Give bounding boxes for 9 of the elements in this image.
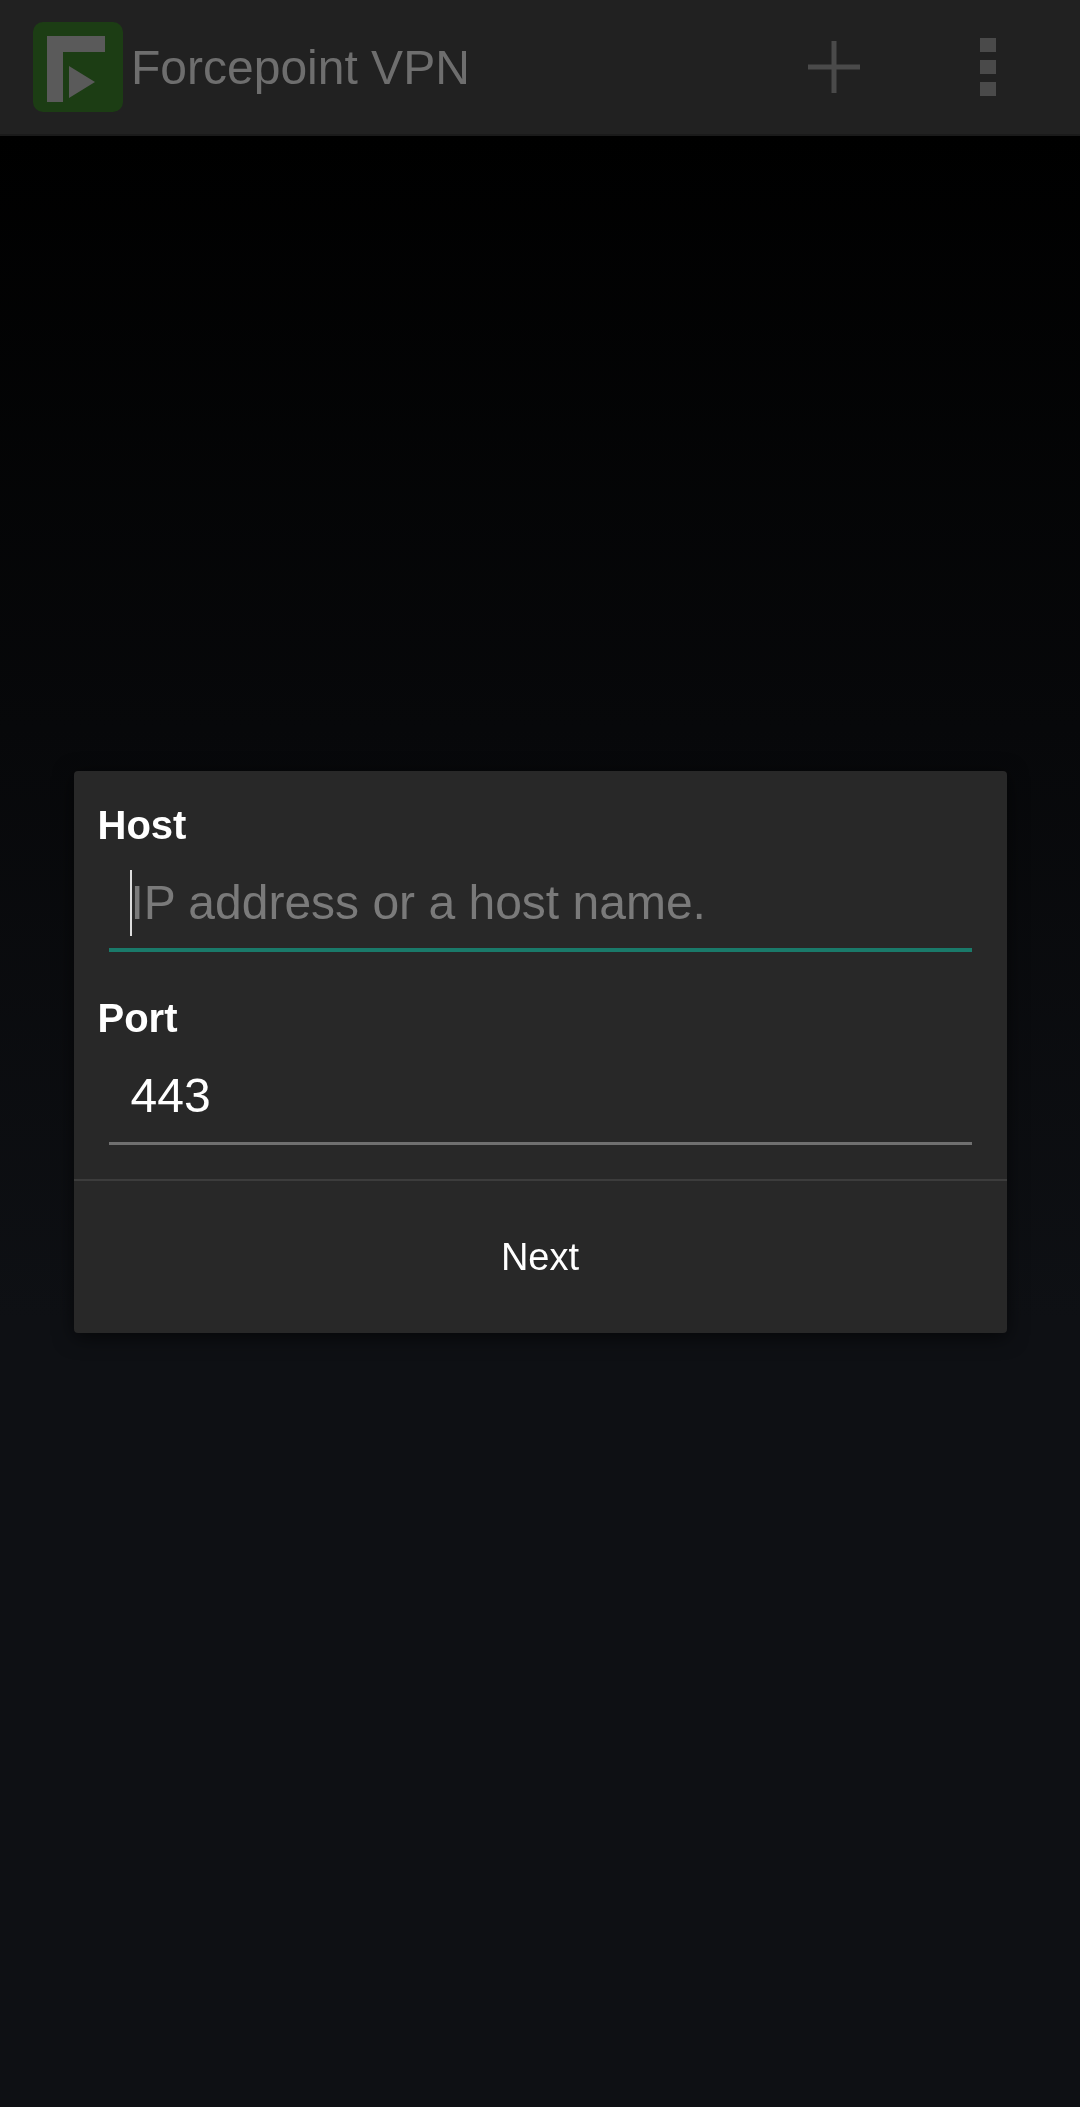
next-button[interactable]: Next xyxy=(73,1181,1007,1333)
field-label: Host xyxy=(97,803,188,848)
field-label: Port xyxy=(97,996,179,1041)
app-title: Forcepoint VPN xyxy=(131,39,471,95)
more-icon[interactable] xyxy=(980,38,996,96)
input-field[interactable]: 443 xyxy=(108,1049,972,1145)
logo-icon xyxy=(33,22,123,112)
input-field[interactable]: IP address or a host name. xyxy=(108,856,972,952)
add-icon[interactable] xyxy=(808,41,860,93)
